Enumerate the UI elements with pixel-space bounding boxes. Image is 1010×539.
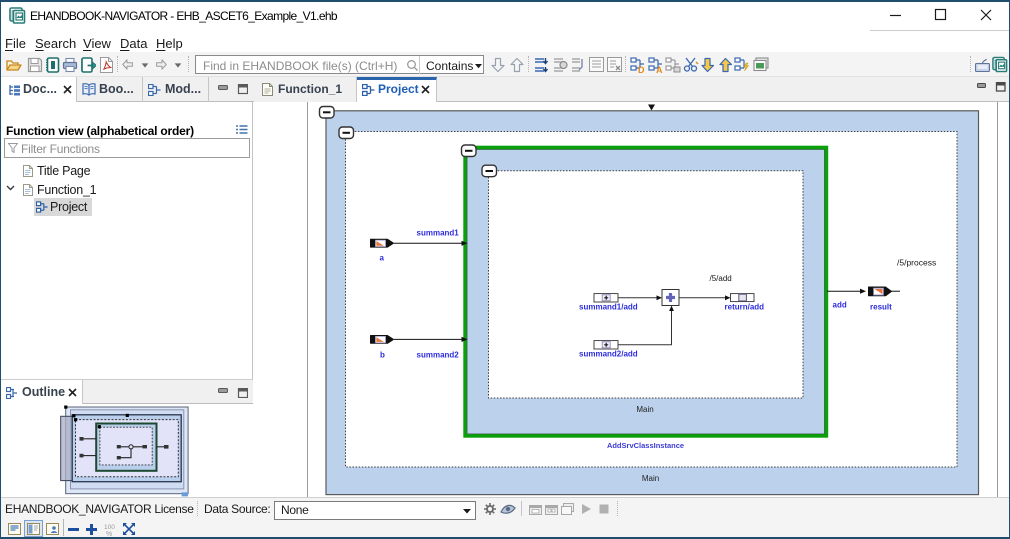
- svg-text:AddSrvClassInstance: AddSrvClassInstance: [607, 441, 684, 450]
- svg-text:summand2: summand2: [417, 351, 460, 360]
- svg-text:Main: Main: [642, 474, 659, 483]
- svg-text:summand1/add: summand1/add: [579, 303, 638, 312]
- svg-text:A: A: [656, 65, 663, 73]
- svg-text:summand1: summand1: [417, 229, 460, 238]
- svg-text:add: add: [833, 301, 847, 310]
- svg-text:a: a: [380, 254, 385, 263]
- svg-text:/5/add: /5/add: [710, 274, 732, 283]
- svg-text:return/add: return/add: [725, 303, 765, 312]
- svg-text:result: result: [870, 303, 892, 312]
- svg-text:%: %: [106, 531, 112, 536]
- svg-text:100: 100: [104, 524, 115, 531]
- svg-text:b: b: [380, 351, 385, 360]
- svg-text:summand2/add: summand2/add: [579, 350, 638, 359]
- svg-text:/5/process: /5/process: [897, 258, 936, 268]
- svg-text:D: D: [638, 65, 645, 73]
- svg-text:Main: Main: [636, 405, 653, 414]
